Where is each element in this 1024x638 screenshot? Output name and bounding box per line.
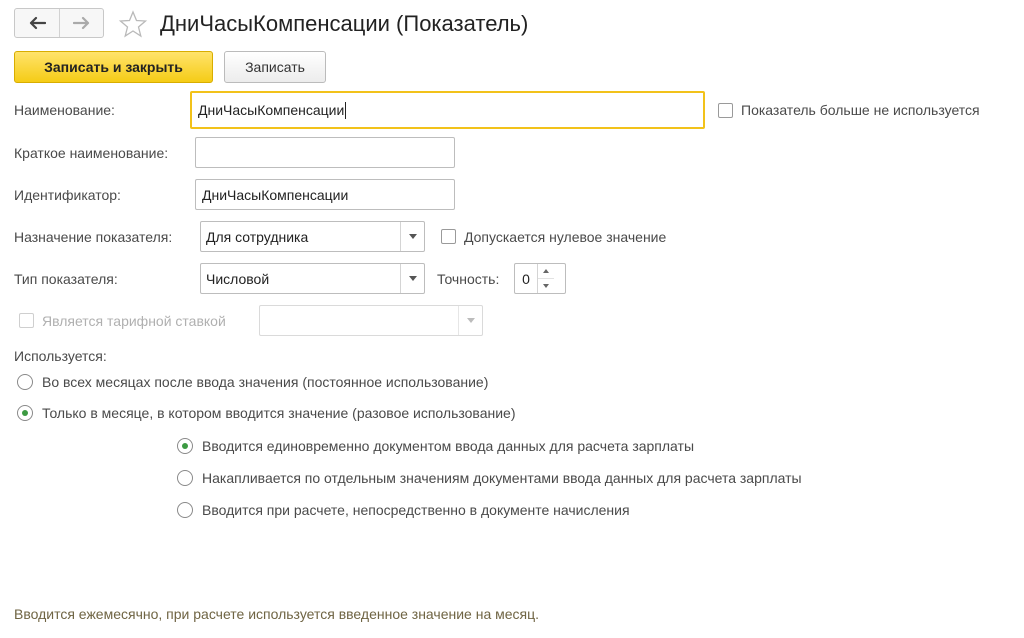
precision-label: Точность: xyxy=(437,271,500,287)
save-and-close-button[interactable]: Записать и закрыть xyxy=(14,51,213,83)
footer-note: Вводится ежемесячно, при расчете использ… xyxy=(14,606,540,622)
sub-option-radio-accumulated[interactable] xyxy=(177,470,193,486)
purpose-select[interactable]: Для сотрудника xyxy=(200,221,425,252)
arrow-left-icon xyxy=(29,16,46,30)
usage-label: Используется: xyxy=(14,348,107,364)
identifier-input-value: ДниЧасыКомпенсации xyxy=(202,186,349,203)
favorite-button[interactable] xyxy=(118,9,148,39)
chevron-down-icon xyxy=(408,234,417,239)
not-used-label: Показатель больше не используется xyxy=(741,102,980,118)
sub-option-label-accumulated: Накапливается по отдельным значениям док… xyxy=(202,470,802,486)
usage-option-label-one-time: Только в месяце, в котором вводится знач… xyxy=(42,405,516,421)
forward-button[interactable] xyxy=(59,9,103,37)
chevron-down-icon xyxy=(543,284,549,288)
tariff-dropdown-button[interactable] xyxy=(458,306,482,335)
chevron-down-icon xyxy=(466,318,475,323)
type-select[interactable]: Числовой xyxy=(200,263,425,294)
navigation-buttons xyxy=(14,8,104,38)
identifier-input[interactable]: ДниЧасыКомпенсации xyxy=(195,179,455,210)
tariff-label: Является тарифной ставкой xyxy=(42,313,226,329)
type-dropdown-button[interactable] xyxy=(400,264,424,293)
type-select-value: Числовой xyxy=(206,270,270,287)
sub-option-label-single-document: Вводится единовременно документом ввода … xyxy=(202,438,695,454)
save-button[interactable]: Записать xyxy=(224,51,326,83)
purpose-label: Назначение показателя: xyxy=(14,229,173,245)
purpose-dropdown-button[interactable] xyxy=(400,222,424,251)
sub-option-label-at-calculation: Вводится при расчете, непосредственно в … xyxy=(202,502,630,518)
radio-selected-dot xyxy=(182,443,188,449)
precision-decrement-button[interactable] xyxy=(538,278,554,293)
usage-option-label-permanent: Во всех месяцах после ввода значения (по… xyxy=(42,374,489,390)
type-label: Тип показателя: xyxy=(14,271,118,287)
identifier-label: Идентификатор: xyxy=(14,187,121,203)
chevron-up-icon xyxy=(543,269,549,273)
name-label: Наименование: xyxy=(14,102,115,118)
tariff-select-value xyxy=(260,306,458,335)
page-title: ДниЧасыКомпенсации (Показатель) xyxy=(160,11,529,36)
not-used-checkbox[interactable] xyxy=(718,103,733,118)
short-name-label: Краткое наименование: xyxy=(14,145,169,161)
precision-increment-button[interactable] xyxy=(538,264,554,278)
radio-selected-dot xyxy=(22,410,28,416)
zero-allowed-label: Допускается нулевое значение xyxy=(464,229,667,245)
sub-option-radio-single-document[interactable] xyxy=(177,438,193,454)
tariff-checkbox[interactable] xyxy=(19,313,34,328)
short-name-input[interactable] xyxy=(195,137,455,168)
usage-option-radio-one-time[interactable] xyxy=(17,405,33,421)
precision-stepper[interactable]: 0 xyxy=(514,263,566,294)
precision-value: 0 xyxy=(522,270,530,287)
zero-allowed-checkbox[interactable] xyxy=(441,229,456,244)
arrow-right-icon xyxy=(72,16,89,30)
text-caret xyxy=(345,101,347,119)
sub-option-radio-at-calculation[interactable] xyxy=(177,502,193,518)
purpose-select-value: Для сотрудника xyxy=(206,228,309,245)
chevron-down-icon xyxy=(408,276,417,281)
name-input[interactable]: ДниЧасыКомпенсации xyxy=(190,91,705,129)
star-icon xyxy=(118,10,148,38)
usage-option-radio-permanent[interactable] xyxy=(17,374,33,390)
tariff-select[interactable] xyxy=(259,305,483,336)
name-input-value: ДниЧасыКомпенсации xyxy=(198,102,345,118)
back-button[interactable] xyxy=(15,9,59,37)
